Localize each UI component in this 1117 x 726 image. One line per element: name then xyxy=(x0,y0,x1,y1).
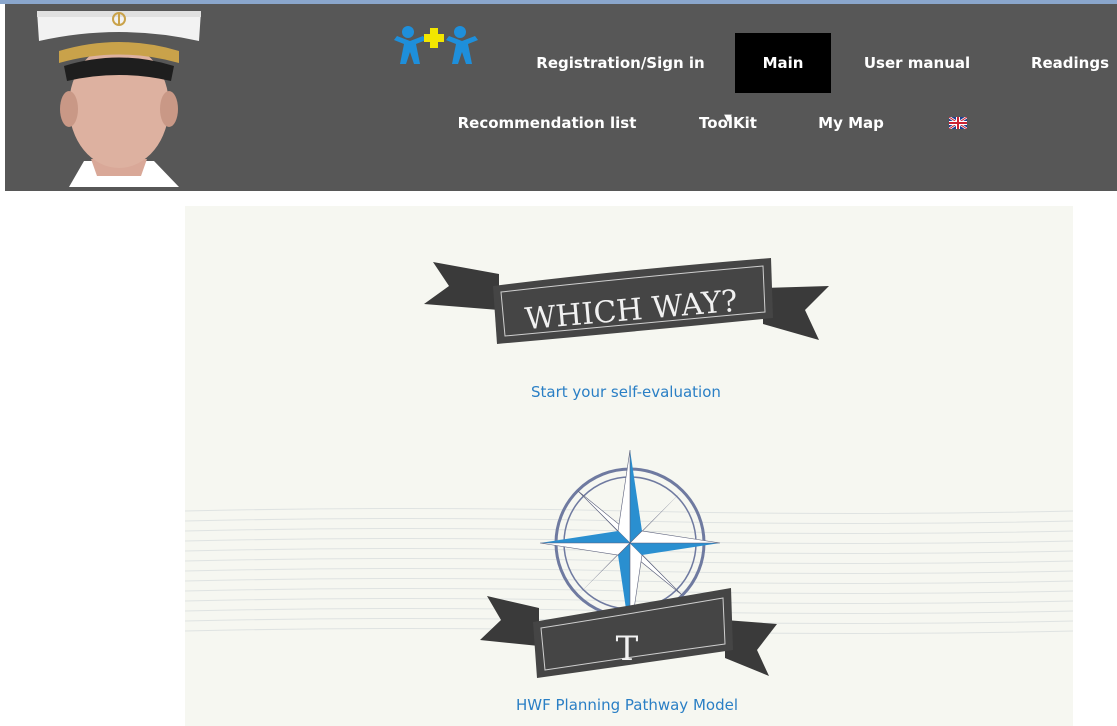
compass-ribbon-text: T xyxy=(616,629,639,669)
compass-ribbon: T xyxy=(480,588,777,678)
self-evaluation-link[interactable]: Start your self-evaluation xyxy=(531,383,721,401)
site-header: Registration/Sign in Main User manual Re… xyxy=(5,4,1117,191)
captain-avatar xyxy=(37,11,201,187)
nav-registration[interactable]: Registration/Sign in xyxy=(533,33,708,93)
which-way-ribbon: WHICH WAY? xyxy=(424,258,829,344)
dropdown-arrow-icon: ▼ xyxy=(724,113,732,124)
nav-my-map[interactable]: My Map xyxy=(811,93,891,153)
uk-flag-icon[interactable] xyxy=(949,117,967,129)
nav-recommendation-list[interactable]: Recommendation list xyxy=(457,93,637,153)
hwf-planning-pathway-link[interactable]: HWF Planning Pathway Model xyxy=(516,696,738,714)
nav-user-manual[interactable]: User manual xyxy=(857,33,977,93)
nav-main[interactable]: Main xyxy=(735,33,831,93)
main-content: WHICH WAY? Start your self-evaluation T … xyxy=(185,206,1073,726)
nav-readings[interactable]: Readings xyxy=(1023,33,1117,93)
nav-toolkit[interactable]: ToolKit ▼ xyxy=(693,93,763,153)
site-logo[interactable] xyxy=(390,22,482,70)
